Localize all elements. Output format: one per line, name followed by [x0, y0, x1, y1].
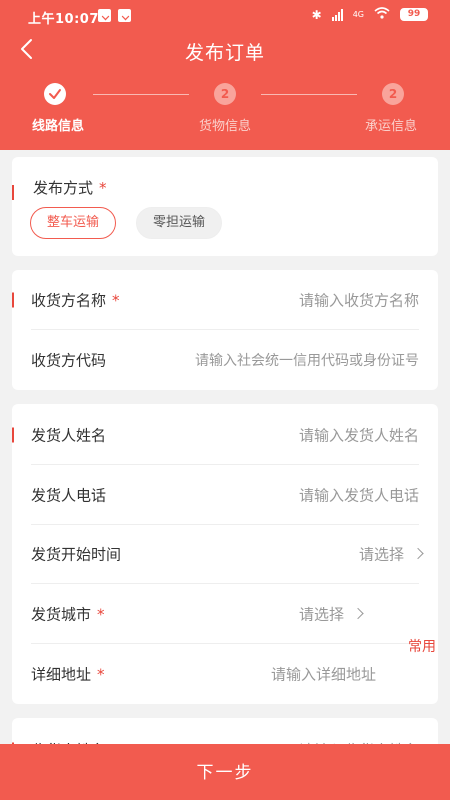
step-3-label: 承运信息 [364, 119, 417, 134]
receiver-card: 收货方名称 * 请输入收货方名称 收货方代码 请输入社会统一信用代码或身份证号 [12, 270, 438, 390]
sender-name-label: 发货人姓名 [31, 426, 107, 445]
signal-icon [331, 8, 343, 21]
common-address-link[interactable]: 常用 [408, 636, 436, 656]
required-mark [12, 292, 14, 308]
receiver-code-label: 收货方代码 [31, 351, 107, 370]
network-label: 4G [352, 10, 364, 19]
receiver-name-label: 收货方名称 * [31, 291, 120, 310]
sender-phone-row[interactable]: 发货人电话 请输入发货人电话 [12, 465, 438, 525]
header-bar: 上午10:07 ✱ 4G 99 发布订单 2 2 线路信息 货物信息 承运信息 [0, 0, 450, 150]
step-2-label: 货物信息 [198, 119, 251, 134]
sender-name-input[interactable]: 请输入发货人姓名 [299, 425, 419, 446]
step-1-check-icon [44, 83, 66, 105]
download-icon [118, 9, 131, 22]
step-1-label: 线路信息 [31, 119, 84, 134]
receiver-code-row[interactable]: 收货方代码 请输入社会统一信用代码或身份证号 [12, 330, 438, 390]
status-bar: 上午10:07 ✱ 4G 99 [0, 0, 450, 32]
start-time-select[interactable]: 请选择 [359, 544, 424, 565]
city-row[interactable]: 发货城市 * 请选择 [12, 584, 438, 644]
sender-phone-label: 发货人电话 [31, 486, 107, 505]
start-time-label: 发货开始时间 [31, 545, 122, 564]
publish-method-label: 发布方式 * [33, 179, 107, 197]
section-mark [12, 185, 14, 200]
publish-method-card: 发布方式 * 整车运输 零担运输 [12, 157, 438, 256]
step-connector [93, 94, 189, 95]
city-label: 发货城市 * [31, 605, 105, 624]
sender-card: 发货人姓名 请输入发货人姓名 发货人电话 请输入发货人电话 发货开始时间 请选择… [12, 404, 438, 704]
download-icon [98, 9, 111, 22]
option-less-than-truckload[interactable]: 零担运输 [136, 207, 223, 239]
address-row[interactable]: 详细地址 * 请输入详细地址 [12, 644, 438, 704]
chevron-right-icon [352, 607, 364, 620]
receiver-code-input[interactable]: 请输入社会统一信用代码或身份证号 [195, 350, 419, 370]
receiver-name-input[interactable]: 请输入收货方名称 [299, 290, 419, 311]
address-label: 详细地址 * [31, 665, 105, 684]
address-input[interactable]: 请输入详细地址 [271, 664, 376, 685]
next-step-button[interactable]: 下一步 [0, 744, 450, 800]
step-connector [261, 94, 357, 95]
start-time-row[interactable]: 发货开始时间 请选择 [12, 524, 438, 584]
page-title: 发布订单 [184, 42, 265, 64]
section-mark [12, 427, 14, 443]
wifi-icon [374, 7, 390, 22]
city-select[interactable]: 请选择 [299, 604, 364, 625]
status-time: 上午10:07 [28, 12, 99, 27]
step-2-circle: 2 [214, 83, 236, 105]
status-icons: ✱ 4G 99 [312, 7, 428, 22]
receiver-name-row[interactable]: 收货方名称 * 请输入收货方名称 [12, 270, 438, 330]
step-3-circle: 2 [382, 83, 404, 105]
bluetooth-icon: ✱ [311, 7, 322, 22]
sender-phone-input[interactable]: 请输入发货人电话 [299, 485, 419, 506]
sender-name-row[interactable]: 发货人姓名 请输入发货人姓名 [12, 405, 438, 465]
chevron-right-icon [412, 547, 424, 560]
option-full-truck[interactable]: 整车运输 [30, 207, 117, 239]
battery-icon: 99 [400, 8, 428, 21]
